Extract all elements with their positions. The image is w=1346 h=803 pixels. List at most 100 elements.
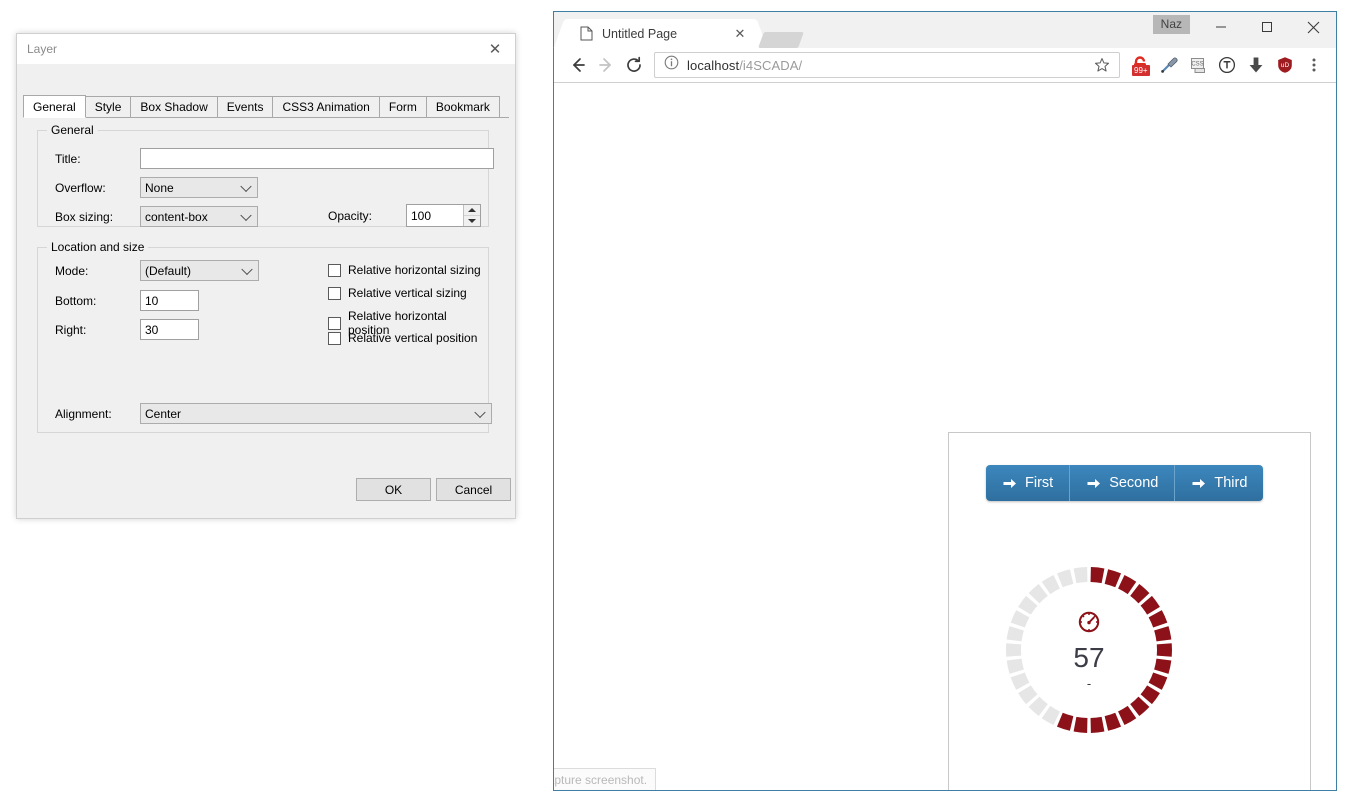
info-circle-icon[interactable]	[664, 55, 679, 75]
boxsizing-select[interactable]: content-box	[140, 206, 258, 227]
row-alignment: Alignment: Center	[55, 403, 492, 424]
three-dot-menu-icon[interactable]	[1299, 51, 1328, 79]
page-viewport: First Second Third 57 - pture screenshot…	[554, 83, 1336, 790]
gauge-segment-filled	[1056, 712, 1074, 731]
tabpanel-general: General Title: Overflow: None Box sizing…	[23, 118, 509, 478]
reload-icon[interactable]	[620, 51, 648, 79]
mode-select[interactable]: (Default)	[140, 260, 259, 281]
gauge-segment-empty	[1010, 672, 1030, 690]
tab-css3-animation[interactable]: CSS3 Animation	[272, 96, 380, 117]
gauge-segment-filled	[1140, 685, 1160, 705]
row-opacity: Opacity:	[328, 204, 481, 227]
close-icon[interactable]: ✕	[731, 25, 749, 43]
svg-text:uD: uD	[1280, 62, 1289, 69]
gauge-segment-filled	[1156, 643, 1172, 657]
nav-button-first[interactable]: First	[986, 465, 1070, 501]
checkbox-label: Relative horizontal sizing	[348, 263, 481, 277]
gauge-segment-empty	[1018, 685, 1038, 705]
gauge-segment-empty	[1006, 658, 1024, 674]
ublock-shield-icon[interactable]: uD	[1270, 51, 1299, 79]
address-bar-url: localhost/i4SCADA/	[687, 58, 1091, 73]
dialog-body: General Style Box Shadow Events CSS3 Ani…	[17, 64, 515, 518]
alignment-value: Center	[145, 406, 182, 421]
checkbox-relative-vertical-sizing[interactable]: Relative vertical sizing	[328, 286, 467, 300]
gauge-segment-empty	[1041, 705, 1060, 726]
new-tab-button[interactable]	[758, 32, 804, 48]
back-arrow-icon[interactable]	[564, 51, 592, 79]
gauge-segment-filled	[1118, 705, 1137, 726]
minimize-icon[interactable]	[1198, 12, 1244, 42]
forward-arrow-icon	[592, 51, 620, 79]
gauge-segment-empty	[1006, 643, 1022, 657]
download-icon[interactable]	[1241, 51, 1270, 79]
chevron-down-icon	[474, 406, 486, 418]
tab-events[interactable]: Events	[216, 96, 274, 117]
gauge-segment-empty	[1041, 574, 1060, 595]
opacity-spin-up[interactable]	[464, 205, 480, 216]
checkbox-box[interactable]	[328, 316, 341, 330]
gauge-segment-empty	[1006, 626, 1024, 642]
gauge-segment-filled	[1148, 672, 1168, 690]
gauge-ring	[1006, 567, 1172, 733]
nav-button-second[interactable]: Second	[1069, 465, 1175, 501]
nav-button-third[interactable]: Third	[1174, 465, 1264, 501]
dialog-tabstrip: General Style Box Shadow Events CSS3 Ani…	[23, 95, 509, 118]
gauge-segment-filled	[1130, 583, 1150, 604]
tab-general[interactable]: General	[23, 95, 86, 118]
nav-button-label: Third	[1214, 475, 1248, 491]
arrow-right-icon	[1191, 476, 1206, 491]
address-bar[interactable]: localhost/i4SCADA/	[654, 52, 1120, 78]
title-input[interactable]	[140, 148, 494, 169]
gauge-segment-filled	[1118, 574, 1137, 595]
right-input[interactable]	[140, 319, 199, 340]
overflow-select[interactable]: None	[140, 177, 258, 198]
ok-button[interactable]: OK	[356, 478, 431, 501]
tab-form[interactable]: Form	[378, 96, 427, 117]
gauge-widget[interactable]: 57 -	[1004, 565, 1174, 735]
content-panel: First Second Third 57 -	[948, 432, 1311, 790]
eyedropper-icon[interactable]	[1154, 51, 1183, 79]
browser-tab-untitled-page[interactable]: Untitled Page ✕	[568, 19, 753, 48]
svg-text:CSS: CSS	[1191, 62, 1203, 68]
browser-window: Untitled Page ✕ Naz localhost/i4SCADA/ 9…	[553, 11, 1337, 791]
naz-chip: Naz	[1152, 15, 1190, 34]
gauge-segment-filled	[1130, 696, 1150, 717]
alignment-select[interactable]: Center	[140, 403, 492, 424]
tab-bookmark[interactable]: Bookmark	[425, 96, 500, 117]
opacity-stepper[interactable]	[406, 204, 481, 227]
checkbox-box[interactable]	[328, 263, 341, 277]
gauge-segment-filled	[1140, 595, 1160, 615]
mode-value: (Default)	[145, 263, 192, 278]
gauge-segment-filled	[1154, 658, 1172, 674]
chevron-down-icon	[240, 209, 252, 221]
checkbox-box[interactable]	[328, 331, 341, 345]
gauge-segment-filled	[1148, 610, 1168, 628]
browser-toolbar: localhost/i4SCADA/ 99+ CSS uD	[554, 48, 1336, 83]
alignment-label: Alignment:	[55, 406, 112, 421]
opacity-spin-down[interactable]	[464, 216, 480, 226]
close-icon[interactable]	[1290, 12, 1336, 42]
tab-style[interactable]: Style	[84, 96, 132, 117]
checkbox-relative-vertical-position[interactable]: Relative vertical position	[328, 331, 477, 345]
opacity-input[interactable]	[407, 205, 463, 226]
cancel-button[interactable]: Cancel	[436, 478, 511, 501]
overflow-value: None	[145, 180, 174, 195]
maximize-icon[interactable]	[1244, 12, 1290, 42]
css-extension-icon[interactable]: CSS	[1183, 51, 1212, 79]
gauge-segment-filled	[1154, 626, 1172, 642]
triangle-down-icon	[468, 219, 476, 223]
star-icon[interactable]	[1091, 54, 1113, 76]
bottom-label: Bottom:	[55, 293, 97, 308]
row-overflow: Overflow: None	[55, 177, 258, 198]
overflow-label: Overflow:	[55, 180, 106, 195]
checkbox-box[interactable]	[328, 286, 341, 300]
tampermonkey-icon[interactable]	[1212, 51, 1241, 79]
nav-button-label: First	[1025, 475, 1054, 491]
lock-extension-icon[interactable]: 99+	[1125, 51, 1154, 79]
tab-box-shadow[interactable]: Box Shadow	[130, 96, 218, 117]
checkbox-relative-horizontal-sizing[interactable]: Relative horizontal sizing	[328, 263, 481, 277]
close-icon[interactable]: ✕	[475, 34, 515, 64]
group-location-size: Location and size Mode: (Default) Bottom…	[37, 240, 492, 433]
bottom-input[interactable]	[140, 290, 199, 311]
row-mode: Mode: (Default)	[55, 260, 259, 281]
